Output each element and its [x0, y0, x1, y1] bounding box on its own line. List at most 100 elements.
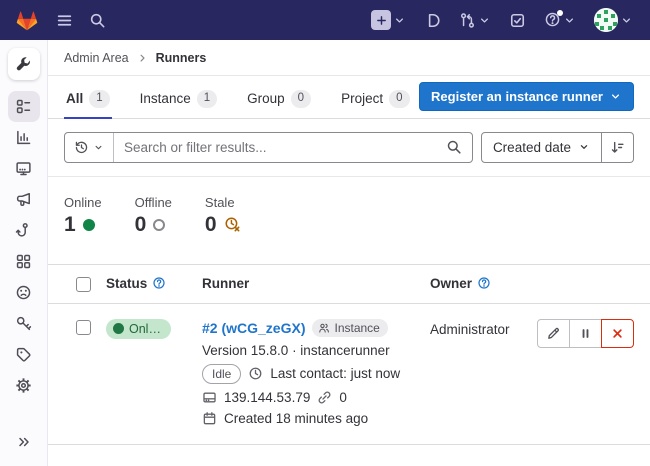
sidebar-item-admin-area[interactable]	[8, 48, 40, 80]
runner-last-contact: Last contact: just now	[270, 366, 400, 381]
owner-help-icon[interactable]	[477, 276, 491, 290]
sort-descending-icon	[610, 140, 625, 155]
runner-actions	[542, 319, 634, 348]
sidebar-item-abuse-reports[interactable]	[8, 277, 40, 308]
issues-button[interactable]	[420, 8, 445, 33]
applications-icon	[15, 253, 32, 270]
sidebar-item-analytics[interactable]	[8, 122, 40, 153]
status-badge-label: Online	[129, 322, 162, 336]
runner-summary-cell: #2 (wCG_zeGX) Instance Version 15.8.0 · …	[202, 319, 430, 427]
search-icon[interactable]	[85, 8, 110, 33]
runner-row: Online #2 (wCG_zeGX) Instance Version 15…	[48, 304, 650, 446]
stat-online: Online 1	[64, 195, 102, 264]
runner-column-label: Runner	[202, 276, 249, 291]
admin-runners-page: Admin Area Runners All 1 Instance 1 Grou…	[0, 0, 650, 466]
sidebar-item-overview[interactable]	[8, 91, 40, 122]
chevron-down-icon	[609, 90, 622, 103]
breadcrumb-admin-area[interactable]: Admin Area	[64, 51, 129, 65]
pencil-icon	[546, 326, 561, 341]
new-menu-button[interactable]	[367, 6, 410, 34]
breadcrumb-runners: Runners	[156, 51, 207, 65]
merge-request-icon	[459, 12, 476, 29]
wrench-icon	[15, 56, 32, 73]
tab-instance-count: 1	[197, 90, 217, 108]
hook-icon	[15, 222, 32, 239]
abuse-face-icon	[15, 284, 32, 301]
column-owner: Owner	[430, 276, 542, 291]
sidebar-item-settings[interactable]	[8, 370, 40, 401]
stat-online-value: 1	[64, 213, 76, 237]
filter-bar: Created date	[48, 119, 650, 177]
clock-icon	[248, 366, 263, 381]
chevron-down-icon	[563, 14, 576, 27]
pause-runner-button[interactable]	[569, 319, 602, 348]
sort-by-label: Created date	[493, 140, 571, 155]
edit-runner-button[interactable]	[537, 319, 570, 348]
tab-group[interactable]: Group 0	[245, 82, 313, 119]
runner-row-checkbox[interactable]	[76, 320, 91, 335]
gitlab-logo[interactable]	[10, 6, 44, 35]
avatar	[594, 8, 618, 32]
chevron-right-icon	[136, 52, 149, 65]
runner-owner: Administrator	[430, 319, 542, 337]
sidebar-item-deploy-keys[interactable]	[8, 308, 40, 339]
runner-created: Created 18 minutes ago	[224, 411, 368, 426]
column-runner: Runner	[202, 276, 430, 291]
todos-button[interactable]	[505, 8, 530, 33]
gear-icon	[15, 377, 32, 394]
sort-by-dropdown[interactable]: Created date	[481, 132, 602, 163]
search-input[interactable]	[114, 133, 436, 162]
calendar-icon	[202, 411, 217, 426]
runner-stats: Online 1 Offline 0 Stale 0	[48, 177, 650, 264]
plus-icon	[371, 10, 391, 30]
tab-group-label: Group	[247, 91, 285, 106]
offline-circle-icon	[153, 219, 165, 231]
owner-column-label: Owner	[430, 276, 472, 291]
pause-icon	[578, 326, 593, 341]
select-all-checkbox[interactable]	[76, 277, 91, 292]
tab-instance-label: Instance	[140, 91, 191, 106]
sort-direction-button[interactable]	[602, 132, 634, 163]
chevron-down-icon	[620, 14, 633, 27]
ip-disk-icon	[202, 390, 217, 405]
chevron-down-icon	[393, 14, 406, 27]
sidebar-item-system-hooks[interactable]	[8, 215, 40, 246]
link-icon	[317, 390, 332, 405]
runner-link[interactable]: #2 (wCG_zeGX)	[202, 320, 305, 336]
help-menu-button[interactable]	[540, 7, 580, 33]
status-help-icon[interactable]	[152, 276, 166, 290]
help-icon	[544, 11, 561, 29]
status-column-label: Status	[106, 276, 147, 291]
register-button-label: Register an instance runner	[431, 89, 603, 104]
chevron-down-icon	[93, 142, 104, 153]
stat-offline-label: Offline	[135, 195, 172, 210]
main-content: Admin Area Runners All 1 Instance 1 Grou…	[48, 40, 650, 466]
tab-instance[interactable]: Instance 1	[138, 82, 219, 119]
stale-clock-icon	[224, 216, 241, 233]
sidebar-item-labels[interactable]	[8, 339, 40, 370]
tab-all-label: All	[66, 91, 83, 106]
search-filter-box	[64, 132, 473, 163]
user-menu-button[interactable]	[590, 4, 637, 36]
recent-searches-dropdown[interactable]	[65, 133, 114, 162]
sidebar-collapse-button[interactable]	[8, 426, 40, 457]
top-navbar	[0, 0, 650, 40]
sidebar-item-messages[interactable]	[8, 184, 40, 215]
delete-runner-button[interactable]	[601, 319, 634, 348]
register-instance-runner-button[interactable]: Register an instance runner	[419, 82, 634, 111]
search-submit-button[interactable]	[436, 133, 472, 162]
runner-type-badge: Instance	[312, 319, 387, 337]
breadcrumb: Admin Area Runners	[48, 40, 650, 76]
sidebar-item-monitoring[interactable]	[8, 153, 40, 184]
merge-requests-button[interactable]	[455, 8, 495, 33]
chevrons-right-icon	[16, 434, 32, 450]
runner-version-line: Version 15.8.0 · instancerunner	[202, 343, 390, 358]
overview-icon	[15, 98, 32, 115]
tab-project[interactable]: Project 0	[339, 82, 411, 119]
menu-icon[interactable]	[52, 8, 77, 33]
close-x-icon	[610, 326, 625, 341]
tab-group-count: 0	[291, 90, 311, 108]
sidebar-item-applications[interactable]	[8, 246, 40, 277]
runner-status-cell: Online	[106, 319, 202, 340]
tab-all[interactable]: All 1	[64, 82, 112, 119]
